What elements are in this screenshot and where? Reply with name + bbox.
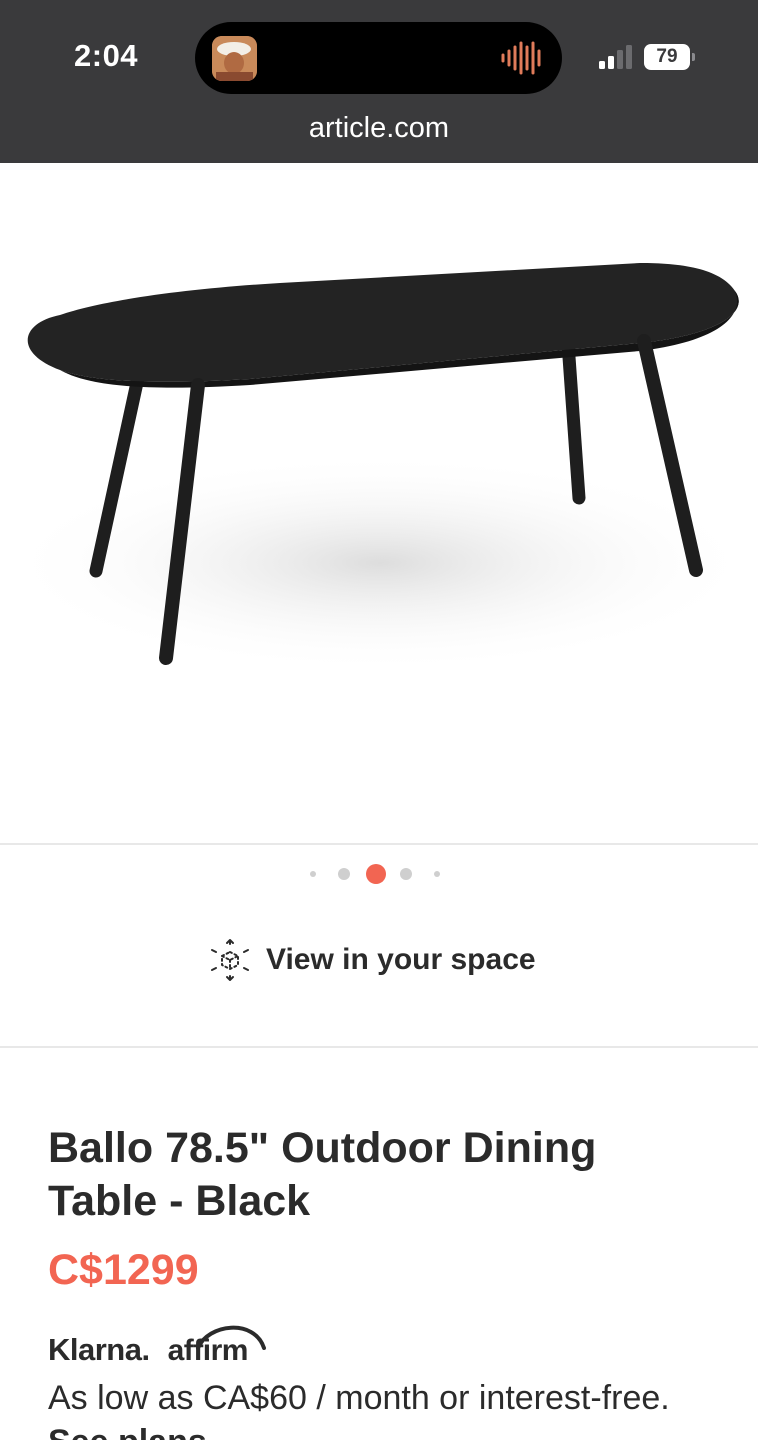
carousel-pagination[interactable] — [0, 862, 758, 886]
product-title: Ballo 78.5" Outdoor Dining Table - Black — [48, 1124, 597, 1225]
outdoor-table-image — [0, 263, 758, 673]
section-divider — [0, 1046, 758, 1048]
carousel-dot[interactable] — [310, 871, 316, 877]
audio-waveform-icon — [501, 41, 541, 75]
browser-header: 2:04 79 article.com — [0, 0, 758, 163]
image-divider — [0, 843, 758, 845]
affirm-arc-icon — [195, 1325, 266, 1350]
product-price: C$1299 — [48, 1246, 199, 1294]
cellular-signal-icon — [599, 45, 632, 69]
financing-info: As low as CA$60 / month or interest-free… — [48, 1376, 728, 1440]
ar-cube-icon — [211, 939, 249, 981]
address-bar-url[interactable]: article.com — [0, 112, 758, 145]
now-playing-avatar[interactable] — [212, 36, 257, 81]
view-in-your-space-label: View in your space — [266, 943, 536, 976]
status-time: 2:04 — [74, 38, 139, 73]
carousel-dot[interactable] — [400, 868, 412, 880]
affirm-logo: affirm — [168, 1325, 266, 1368]
view-in-your-space-button[interactable]: View in your space — [208, 936, 536, 984]
battery-level: 79 — [656, 46, 678, 67]
product-image[interactable] — [0, 163, 758, 843]
see-plans-link[interactable]: See plans — [48, 1423, 207, 1440]
battery-icon: 79 — [644, 44, 696, 70]
carousel-dot[interactable] — [338, 868, 350, 880]
payment-providers: Klarna. affirm — [48, 1324, 266, 1368]
financing-text: As low as CA$60 / month or interest-free… — [48, 1379, 670, 1417]
carousel-dot[interactable] — [434, 871, 440, 877]
dynamic-island[interactable] — [195, 22, 562, 94]
klarna-logo: Klarna. — [48, 1332, 150, 1367]
carousel-dot-active[interactable] — [366, 864, 386, 884]
